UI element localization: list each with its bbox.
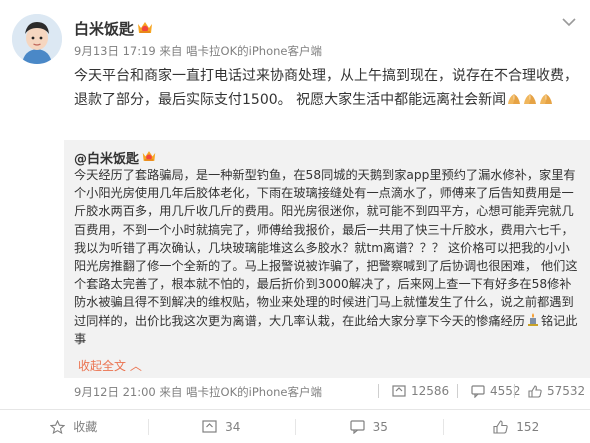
comment-button[interactable]: 35 [295,410,443,443]
collapse-link[interactable]: 收起全文 ︿ [78,357,142,374]
divider [514,384,515,398]
post-meta: 9月13日 17:19 来自 唱卡拉OK的iPhone客户端 [74,44,322,58]
favorite-label: 收藏 [73,420,98,434]
author-name[interactable]: 白米饭匙 [74,18,134,39]
divider [457,384,458,398]
repost-body: 今天经历了套路骗局，是一种新型钓鱼，在58同城的天鹅到家app里预约了漏水修补，… [74,168,578,328]
repost-icon [202,420,217,433]
candle-emoji [527,312,538,326]
avatar[interactable] [12,14,62,64]
like-count: 57532 [547,384,586,398]
repost-stat-reposts[interactable]: 12586 [378,384,449,398]
repost-author[interactable]: @白米饭匙 [74,148,139,167]
repost-box: @白米饭匙 今天经历了套路骗局，是一种新型钓鱼，在58同城的天鹅到家app里预约… [64,140,590,378]
comment-action-count: 35 [372,419,388,434]
praying-hands-emoji [508,94,521,104]
repost-icon [392,385,406,397]
praying-hands-emoji [524,94,537,104]
like-action-count: 152 [516,419,540,434]
repost-text: 今天经历了套路骗局，是一种新型钓鱼，在58同城的天鹅到家app里预约了漏水修补，… [74,166,582,348]
comment-icon [471,384,485,398]
repost-button[interactable]: 34 [147,410,296,443]
praying-hands-emoji [540,94,553,104]
like-button[interactable]: 152 [442,410,590,443]
repost-stat-comments[interactable]: 4552 [457,384,521,398]
vip-badge-icon [142,151,156,161]
weibo-card: 白米饭匙 9月13日 17:19 来自 唱卡拉OK的iPhone客户端 今天平台… [0,0,590,443]
divider [378,384,379,398]
chevron-down-icon[interactable] [561,16,577,28]
like-icon [493,419,508,434]
post-body: 今天平台和商家一直打电话过来协商处理，从上午搞到现在，说存在不合理收费，退款了部… [74,68,578,108]
star-icon [50,419,66,434]
like-icon [528,384,542,398]
repost-stat-likes[interactable]: 57532 [514,384,585,398]
vip-badge-icon [138,22,152,33]
post-text: 今天平台和商家一直打电话过来协商处理，从上午搞到现在，说存在不合理收费，退款了部… [74,64,580,112]
repost-action-count: 34 [225,419,241,434]
repost-meta: 9月12日 21:00 来自 唱卡拉OK的iPhone客户端 [74,385,322,399]
repost-count: 12586 [411,384,450,398]
comment-icon [350,419,365,434]
favorite-button[interactable]: 收藏 [0,410,148,443]
action-bar: 收藏 34 35 152 [0,410,590,443]
